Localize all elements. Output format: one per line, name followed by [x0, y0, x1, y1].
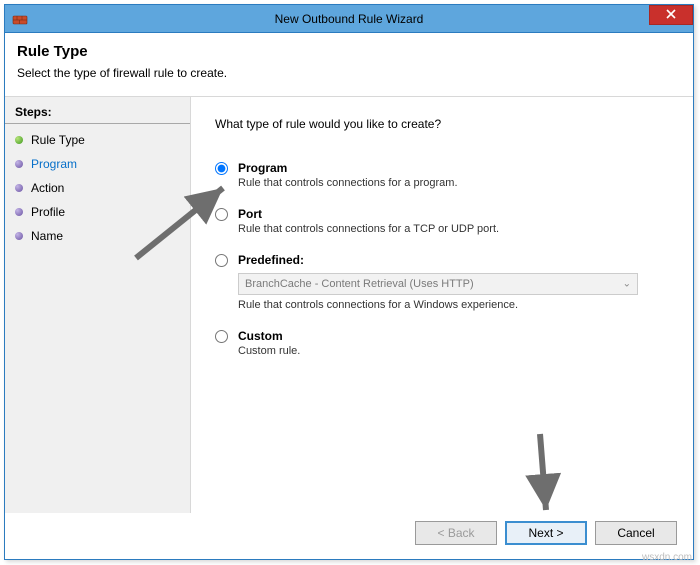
watermark: wsxdn.com: [642, 552, 692, 563]
step-label: Action: [31, 181, 64, 195]
step-bullet-icon: [15, 232, 23, 240]
window-title: New Outbound Rule Wizard: [5, 12, 693, 26]
cancel-button[interactable]: Cancel: [595, 521, 677, 545]
close-button[interactable]: [649, 5, 693, 25]
steps-sidebar: Steps: Rule Type Program Action Profile …: [5, 97, 191, 513]
back-button: < Back: [415, 521, 497, 545]
wizard-window: New Outbound Rule Wizard Rule Type Selec…: [4, 4, 694, 560]
option-predefined-label: Predefined:: [238, 253, 669, 267]
page-subtitle: Select the type of firewall rule to crea…: [17, 66, 681, 80]
step-program[interactable]: Program: [5, 152, 190, 176]
predefined-selected-value: BranchCache - Content Retrieval (Uses HT…: [245, 278, 474, 290]
option-custom[interactable]: Custom Custom rule.: [215, 329, 669, 357]
body: Steps: Rule Type Program Action Profile …: [5, 97, 693, 513]
option-program-label: Program: [238, 161, 669, 175]
header-area: Rule Type Select the type of firewall ru…: [5, 33, 693, 97]
radio-port[interactable]: [215, 208, 228, 221]
option-port[interactable]: Port Rule that controls connections for …: [215, 207, 669, 235]
option-port-label: Port: [238, 207, 669, 221]
step-bullet-icon: [15, 184, 23, 192]
step-label: Profile: [31, 205, 65, 219]
option-predefined-desc: Rule that controls connections for a Win…: [238, 299, 669, 311]
firewall-icon: [11, 10, 29, 28]
step-label: Name: [31, 229, 63, 243]
step-bullet-icon: [15, 136, 23, 144]
option-program[interactable]: Program Rule that controls connections f…: [215, 161, 669, 189]
page-title: Rule Type: [17, 43, 681, 60]
main-panel: What type of rule would you like to crea…: [191, 97, 693, 513]
radio-custom[interactable]: [215, 330, 228, 343]
option-port-desc: Rule that controls connections for a TCP…: [238, 223, 669, 235]
chevron-down-icon: ⌄: [623, 279, 631, 290]
step-profile[interactable]: Profile: [5, 200, 190, 224]
radio-predefined[interactable]: [215, 254, 228, 267]
predefined-dropdown: BranchCache - Content Retrieval (Uses HT…: [238, 273, 638, 295]
option-predefined[interactable]: Predefined: BranchCache - Content Retrie…: [215, 253, 669, 311]
option-custom-label: Custom: [238, 329, 669, 343]
close-icon: [666, 8, 676, 22]
step-bullet-icon: [15, 208, 23, 216]
step-label: Program: [31, 157, 77, 171]
footer-buttons: < Back Next > Cancel: [5, 513, 693, 559]
step-label: Rule Type: [31, 133, 85, 147]
step-name[interactable]: Name: [5, 224, 190, 248]
question-text: What type of rule would you like to crea…: [215, 117, 669, 131]
steps-header: Steps:: [5, 101, 190, 124]
step-action[interactable]: Action: [5, 176, 190, 200]
option-custom-desc: Custom rule.: [238, 345, 669, 357]
next-button[interactable]: Next >: [505, 521, 587, 545]
step-bullet-icon: [15, 160, 23, 168]
titlebar[interactable]: New Outbound Rule Wizard: [5, 5, 693, 33]
option-program-desc: Rule that controls connections for a pro…: [238, 177, 669, 189]
radio-program[interactable]: [215, 162, 228, 175]
step-rule-type[interactable]: Rule Type: [5, 128, 190, 152]
